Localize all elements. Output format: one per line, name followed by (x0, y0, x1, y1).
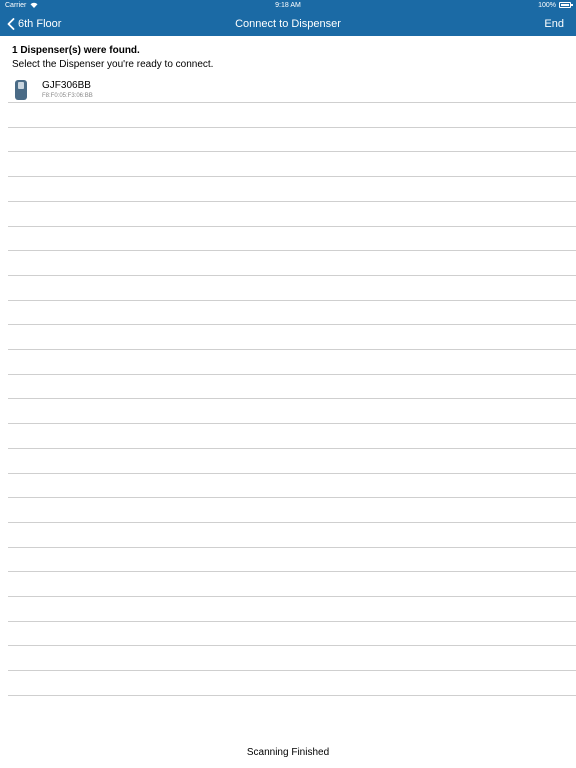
device-name: GJF306BB (42, 80, 91, 91)
row-separator (8, 522, 576, 523)
status-time: 9:18 AM (275, 2, 301, 9)
row-separator (8, 497, 576, 498)
device-row[interactable]: GJF306BB F8:F0:05:F3:06:BB (8, 78, 576, 102)
row-separator (8, 448, 576, 449)
dispenser-icon (15, 80, 27, 100)
battery-icon (559, 2, 573, 8)
row-separator (8, 374, 576, 375)
row-separator (8, 226, 576, 227)
found-count-text: 1 Dispenser(s) were found. (12, 45, 140, 56)
device-mac-address: F8:F0:05:F3:06:BB (42, 93, 93, 99)
row-separator (8, 102, 576, 103)
row-separator (8, 349, 576, 350)
top-bar: Carrier 9:18 AM 100% 6th Floor Connect t… (0, 0, 576, 36)
end-button[interactable]: End (544, 12, 564, 36)
row-separator (8, 398, 576, 399)
row-separator (8, 201, 576, 202)
row-separator (8, 300, 576, 301)
row-separator (8, 695, 576, 696)
instruction-text: Select the Dispenser you're ready to con… (12, 59, 214, 70)
page-title: Connect to Dispenser (235, 18, 341, 30)
device-list (8, 102, 576, 720)
row-separator (8, 324, 576, 325)
row-separator (8, 645, 576, 646)
scan-status-text: Scanning Finished (246, 747, 330, 758)
row-separator (8, 670, 576, 671)
row-separator (8, 423, 576, 424)
navigation-bar: 6th Floor Connect to Dispenser End (0, 12, 576, 36)
row-separator (8, 596, 576, 597)
row-separator (8, 151, 576, 152)
row-separator (8, 571, 576, 572)
row-separator (8, 176, 576, 177)
battery-percent: 100% (538, 2, 556, 9)
row-separator (8, 127, 576, 128)
row-separator (8, 250, 576, 251)
row-separator (8, 473, 576, 474)
row-separator (8, 275, 576, 276)
status-bar: Carrier 9:18 AM 100% (0, 0, 576, 12)
row-separator (8, 547, 576, 548)
row-separator (8, 621, 576, 622)
list-header: 1 Dispenser(s) were found. Select the Di… (12, 44, 213, 72)
